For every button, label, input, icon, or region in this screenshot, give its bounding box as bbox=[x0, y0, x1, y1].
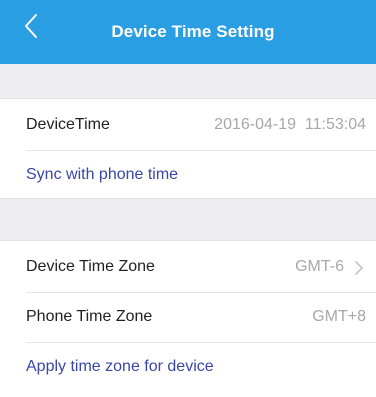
device-time-zone-value: GMT-6 bbox=[295, 258, 344, 275]
chevron-right-icon bbox=[355, 261, 363, 275]
device-time-zone-label: Device Time Zone bbox=[26, 258, 155, 275]
device-time-row: DeviceTime 2016-04-19 11:53:04 bbox=[0, 100, 376, 150]
phone-time-zone-value: GMT+8 bbox=[312, 308, 366, 325]
device-time-label: DeviceTime bbox=[26, 116, 110, 133]
section-spacer bbox=[0, 64, 376, 98]
sync-phone-time-row[interactable]: Sync with phone time bbox=[0, 150, 376, 200]
sync-phone-time-button[interactable]: Sync with phone time bbox=[26, 150, 178, 200]
device-time-zone-row[interactable]: Device Time Zone GMT-6 bbox=[0, 242, 376, 292]
apply-time-zone-button[interactable]: Apply time zone for device bbox=[26, 342, 214, 392]
page-title: Device Time Setting bbox=[111, 22, 275, 41]
phone-time-zone-label: Phone Time Zone bbox=[26, 308, 153, 325]
device-time-value: 2016-04-19 11:53:04 bbox=[214, 116, 366, 133]
apply-time-zone-row[interactable]: Apply time zone for device bbox=[0, 342, 376, 392]
device-time-group: DeviceTime 2016-04-19 11:53:04 Sync with… bbox=[0, 98, 376, 199]
time-zone-group: Device Time Zone GMT-6 Phone Time Zone G… bbox=[0, 240, 376, 397]
navigation-bar: Device Time Setting bbox=[0, 0, 376, 64]
phone-time-zone-row: Phone Time Zone GMT+8 bbox=[0, 292, 376, 342]
